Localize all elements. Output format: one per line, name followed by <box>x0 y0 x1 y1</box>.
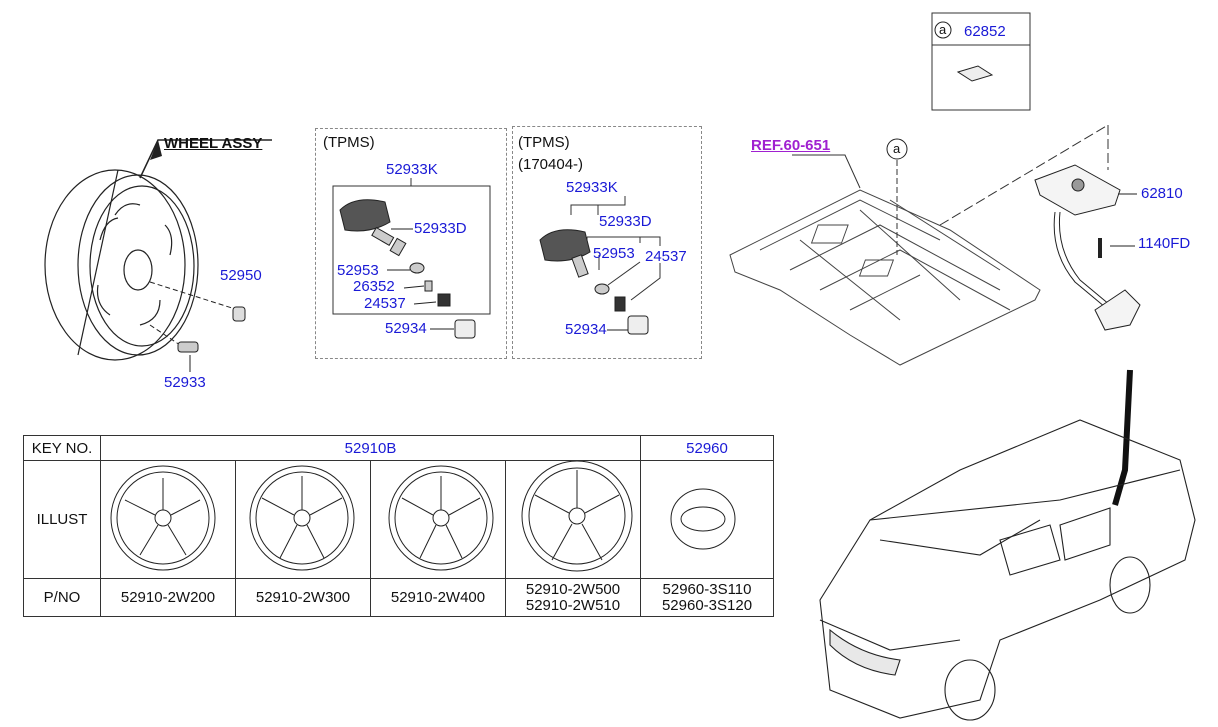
pno-cell[interactable]: 52910-2W200 <box>100 578 236 617</box>
part-52933d-left-label[interactable]: 52933D <box>414 221 467 237</box>
part-62810-label[interactable]: 62810 <box>1141 186 1183 202</box>
part-26352-label[interactable]: 26352 <box>353 279 395 295</box>
pno-cell[interactable]: 52910-2W500 52910-2W510 <box>505 578 641 617</box>
tpms-right-date-note: (170404-) <box>518 156 584 173</box>
illust-row-label: ILLUST <box>23 460 101 579</box>
pno-cell[interactable]: 52960-3S110 52960-3S120 <box>640 578 774 617</box>
part-52950-label[interactable]: 52950 <box>220 268 262 284</box>
diagram-artwork <box>44 12 1196 721</box>
key-no-header: KEY NO. <box>23 435 101 461</box>
wheel-illust-2w300 <box>235 460 371 579</box>
pno-text: 52960-3S120 <box>661 596 753 614</box>
tpms-right-heading: (TPMS) <box>518 134 570 151</box>
group-52910b-header[interactable]: 52910B <box>100 435 641 461</box>
valve-52933-drawing <box>177 341 199 353</box>
pno-text: 52910-2W300 <box>255 589 351 606</box>
wheel-assy-drawing <box>44 169 199 361</box>
part-24537-right-label[interactable]: 24537 <box>645 249 687 265</box>
nut-52950-drawing <box>232 306 246 322</box>
floor-panel-drawing <box>729 189 1041 366</box>
pno-cell[interactable]: 52910-2W400 <box>370 578 506 617</box>
part-62852-label[interactable]: 62852 <box>964 24 1006 40</box>
wheel-assy-title: WHEEL ASSY <box>164 135 263 152</box>
part-52933k-left-label[interactable]: 52933K <box>386 162 438 178</box>
part-1140fd-label[interactable]: 1140FD <box>1138 236 1190 252</box>
wheel-illust-2w200 <box>100 460 236 579</box>
part-52953-right-label[interactable]: 52953 <box>593 246 635 262</box>
pno-cell[interactable]: 52910-2W300 <box>235 578 371 617</box>
part-52934-right-label[interactable]: 52934 <box>565 322 607 338</box>
pno-text: 52910-2W200 <box>120 589 216 606</box>
tpms-left-heading: (TPMS) <box>323 134 375 151</box>
ref-60-651-link[interactable]: REF.60-651 <box>751 137 830 154</box>
pno-text: 52910-2W510 <box>525 596 621 614</box>
wheel-key-table: KEY NO. 52910B 52960 ILLUST P/NO 52910-2… <box>23 435 774 617</box>
part-52933-label[interactable]: 52933 <box>164 375 206 391</box>
spare-carrier-drawing <box>1034 164 1141 331</box>
part-52933d-right-label[interactable]: 52933D <box>599 214 652 230</box>
pno-text: 52910-2W400 <box>390 589 486 606</box>
hub-cap-illust <box>640 460 774 579</box>
part-24537-left-label[interactable]: 24537 <box>364 296 406 312</box>
part-52934-left-label[interactable]: 52934 <box>385 321 427 337</box>
callout-a-floor: a <box>893 141 901 156</box>
pno-row-label: P/NO <box>23 578 101 617</box>
callout-a-inset: a <box>939 22 947 37</box>
part-52933k-right-label[interactable]: 52933K <box>566 180 618 196</box>
vehicle-drawing <box>819 419 1196 721</box>
pno-text: 52960-3S110 <box>662 580 752 598</box>
wheel-illust-2w400 <box>370 460 506 579</box>
part-52953-left-label[interactable]: 52953 <box>337 263 379 279</box>
wheel-illust-2w500 <box>505 460 641 579</box>
pno-text: 52910-2W500 <box>525 580 621 598</box>
group-52960-header[interactable]: 52960 <box>640 435 774 461</box>
